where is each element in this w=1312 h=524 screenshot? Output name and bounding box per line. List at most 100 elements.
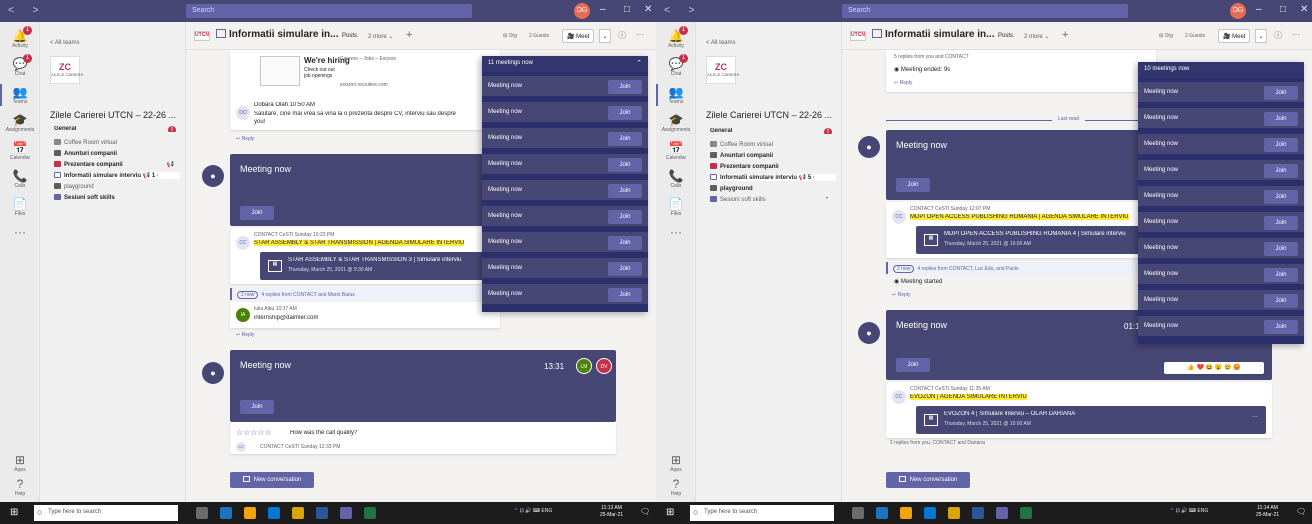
join-button[interactable]: Join <box>1264 216 1298 230</box>
star-rating[interactable]: ☆☆☆☆☆ <box>236 428 272 437</box>
rail-files[interactable]: 📄 Files <box>0 194 40 222</box>
task-view-icon[interactable] <box>852 507 864 519</box>
teams-taskbar-icon[interactable] <box>996 507 1008 519</box>
join-button[interactable]: Join <box>608 80 642 94</box>
channel-playground[interactable]: playground <box>54 183 180 190</box>
channel-informatii[interactable]: Informatii simulare interviu 📢 1 · <box>54 172 180 179</box>
user-avatar[interactable]: DG <box>1230 3 1246 19</box>
chevron-up-icon[interactable]: ⌃ <box>636 59 642 67</box>
close-icon[interactable]: ✕ <box>1300 4 1308 15</box>
word-icon[interactable] <box>972 507 984 519</box>
maximize-icon[interactable]: □ <box>624 4 630 15</box>
file-explorer-icon[interactable] <box>948 507 960 519</box>
store-icon[interactable] <box>924 507 936 519</box>
add-tab-icon[interactable]: + <box>406 29 412 41</box>
file-explorer-icon[interactable] <box>292 507 304 519</box>
windows-start-icon[interactable]: ⊞ <box>10 508 20 518</box>
join-button[interactable]: Join <box>608 184 642 198</box>
back-forward-nav[interactable]: < > <box>8 5 46 16</box>
rail-calendar[interactable]: 📅 Calendar <box>0 138 40 166</box>
word-icon[interactable] <box>316 507 328 519</box>
chrome-icon[interactable] <box>244 507 256 519</box>
join-button[interactable]: Join <box>1264 164 1298 178</box>
meetings-now-header[interactable]: 11 meetings now ⌃ <box>482 56 648 72</box>
edge-icon[interactable] <box>220 507 232 519</box>
rail-calls[interactable]: 📞 Calls <box>0 166 40 194</box>
rail-assignments[interactable]: 🎓 Assignments <box>0 110 40 138</box>
all-teams-link[interactable]: < All teams <box>706 40 736 46</box>
event-card[interactable]: ▦ STAR ASSEMBLY & STAR TRANSMISSION 3 | … <box>260 252 496 280</box>
reactions-bar[interactable]: 👍 ❤️ 😆 😮 😢 😡 <box>1164 362 1264 374</box>
rail-chat[interactable]: 💬 Chat 1 <box>0 54 40 82</box>
meet-dropdown[interactable]: ⌄ <box>1255 29 1267 43</box>
link-preview[interactable]: evozon.recruitee.com <box>340 82 388 88</box>
join-button[interactable]: Join <box>1264 112 1298 126</box>
tab-more[interactable]: 2 more ⌄ <box>1024 33 1049 40</box>
store-icon[interactable] <box>268 507 280 519</box>
join-button[interactable]: Join <box>608 236 642 250</box>
rail-teams[interactable]: 👥 Teams <box>0 82 40 110</box>
all-teams-link[interactable]: < All teams <box>50 40 80 46</box>
join-button[interactable]: Join <box>608 210 642 224</box>
join-button[interactable]: Join <box>240 206 274 220</box>
more-options-icon[interactable]: ··· <box>1292 30 1300 39</box>
channel-sesiuni[interactable]: Sesiuni soft skills • <box>710 196 836 203</box>
teams-taskbar-icon[interactable] <box>340 507 352 519</box>
tab-more[interactable]: 2 more ⌄ <box>368 33 393 40</box>
join-button[interactable]: Join <box>1264 294 1298 308</box>
channel-general[interactable]: General! <box>54 126 180 132</box>
join-button[interactable]: Join <box>896 358 930 372</box>
add-tab-icon[interactable]: + <box>1062 29 1068 41</box>
join-button[interactable]: Join <box>608 158 642 172</box>
rail-assignments[interactable]: 🎓 Assignments <box>656 110 696 138</box>
guests-button[interactable]: 2 Guests <box>526 30 552 42</box>
join-button[interactable]: Join <box>608 262 642 276</box>
rail-teams[interactable]: 👥 Teams <box>656 82 696 110</box>
channel-playground[interactable]: playground <box>710 185 836 192</box>
minimize-icon[interactable]: – <box>1256 4 1262 15</box>
join-button[interactable]: Join <box>896 178 930 192</box>
guests-button[interactable]: 2 Guests <box>1182 30 1208 42</box>
rail-activity[interactable]: 🔔 Activity 1 <box>656 26 696 54</box>
chrome-icon[interactable] <box>900 507 912 519</box>
meetings-now-header[interactable]: 10 meetings now <box>1138 62 1304 78</box>
minimize-icon[interactable]: – <box>600 4 606 15</box>
maximize-icon[interactable]: □ <box>1280 4 1286 15</box>
join-button[interactable]: Join <box>1264 138 1298 152</box>
search-input[interactable]: Search <box>842 4 1128 18</box>
new-conversation-button[interactable]: New conversation <box>230 472 314 488</box>
channel-sesiuni[interactable]: Sesiuni soft skills <box>54 194 180 201</box>
org-button[interactable]: ⊞ Org <box>500 30 520 42</box>
channel-anunturi[interactable]: Anunturi companii <box>54 150 180 157</box>
channel-anunturi[interactable]: Anunturi companii <box>710 152 836 159</box>
tab-posts[interactable]: Posts <box>998 33 1013 39</box>
rail-more[interactable]: ··· <box>0 222 40 250</box>
edge-icon[interactable] <box>876 507 888 519</box>
channel-prezentare[interactable]: Prezentare companii <box>710 163 836 170</box>
notification-icon[interactable]: 🗨 <box>640 507 650 516</box>
system-tray[interactable]: ⌃ ⊡ 🔊 ⌨ ENG <box>514 508 552 514</box>
close-icon[interactable]: ✕ <box>644 4 652 15</box>
back-forward-nav[interactable]: < > <box>664 5 702 16</box>
excel-icon[interactable] <box>364 507 376 519</box>
channel-prezentare[interactable]: Prezentare companii 📢 <box>54 161 180 168</box>
join-button[interactable]: Join <box>1264 320 1298 334</box>
rail-calls[interactable]: 📞 Calls <box>656 166 696 194</box>
new-conversation-button[interactable]: New conversation <box>886 472 970 488</box>
more-options-icon[interactable]: ··· <box>1252 414 1258 420</box>
user-avatar[interactable]: DG <box>574 3 590 19</box>
rail-activity[interactable]: 🔔 Activity 1 <box>0 26 40 54</box>
replies-summary[interactable]: 2 new 4 replies from CONTACT and Mario Ba… <box>230 288 500 300</box>
replies-summary[interactable]: 2 new 4 replies from CONTACT, Luc Edo, an… <box>886 262 1156 274</box>
taskbar-search[interactable]: ○ Type here to search <box>690 505 834 521</box>
channel-general[interactable]: General! <box>710 128 836 134</box>
reply-link[interactable]: ↩ Reply <box>236 332 254 338</box>
join-button[interactable]: Join <box>608 288 642 302</box>
event-card[interactable]: ▦ EVOZON 4 | Simulare interviu – OLAH DA… <box>916 406 1266 434</box>
join-button[interactable]: Join <box>240 400 274 414</box>
more-options-icon[interactable]: ··· <box>636 30 644 39</box>
join-button[interactable]: Join <box>1264 268 1298 282</box>
join-button[interactable]: Join <box>1264 242 1298 256</box>
rail-chat[interactable]: 💬 Chat 1 <box>656 54 696 82</box>
meet-dropdown[interactable]: ⌄ <box>599 29 611 43</box>
